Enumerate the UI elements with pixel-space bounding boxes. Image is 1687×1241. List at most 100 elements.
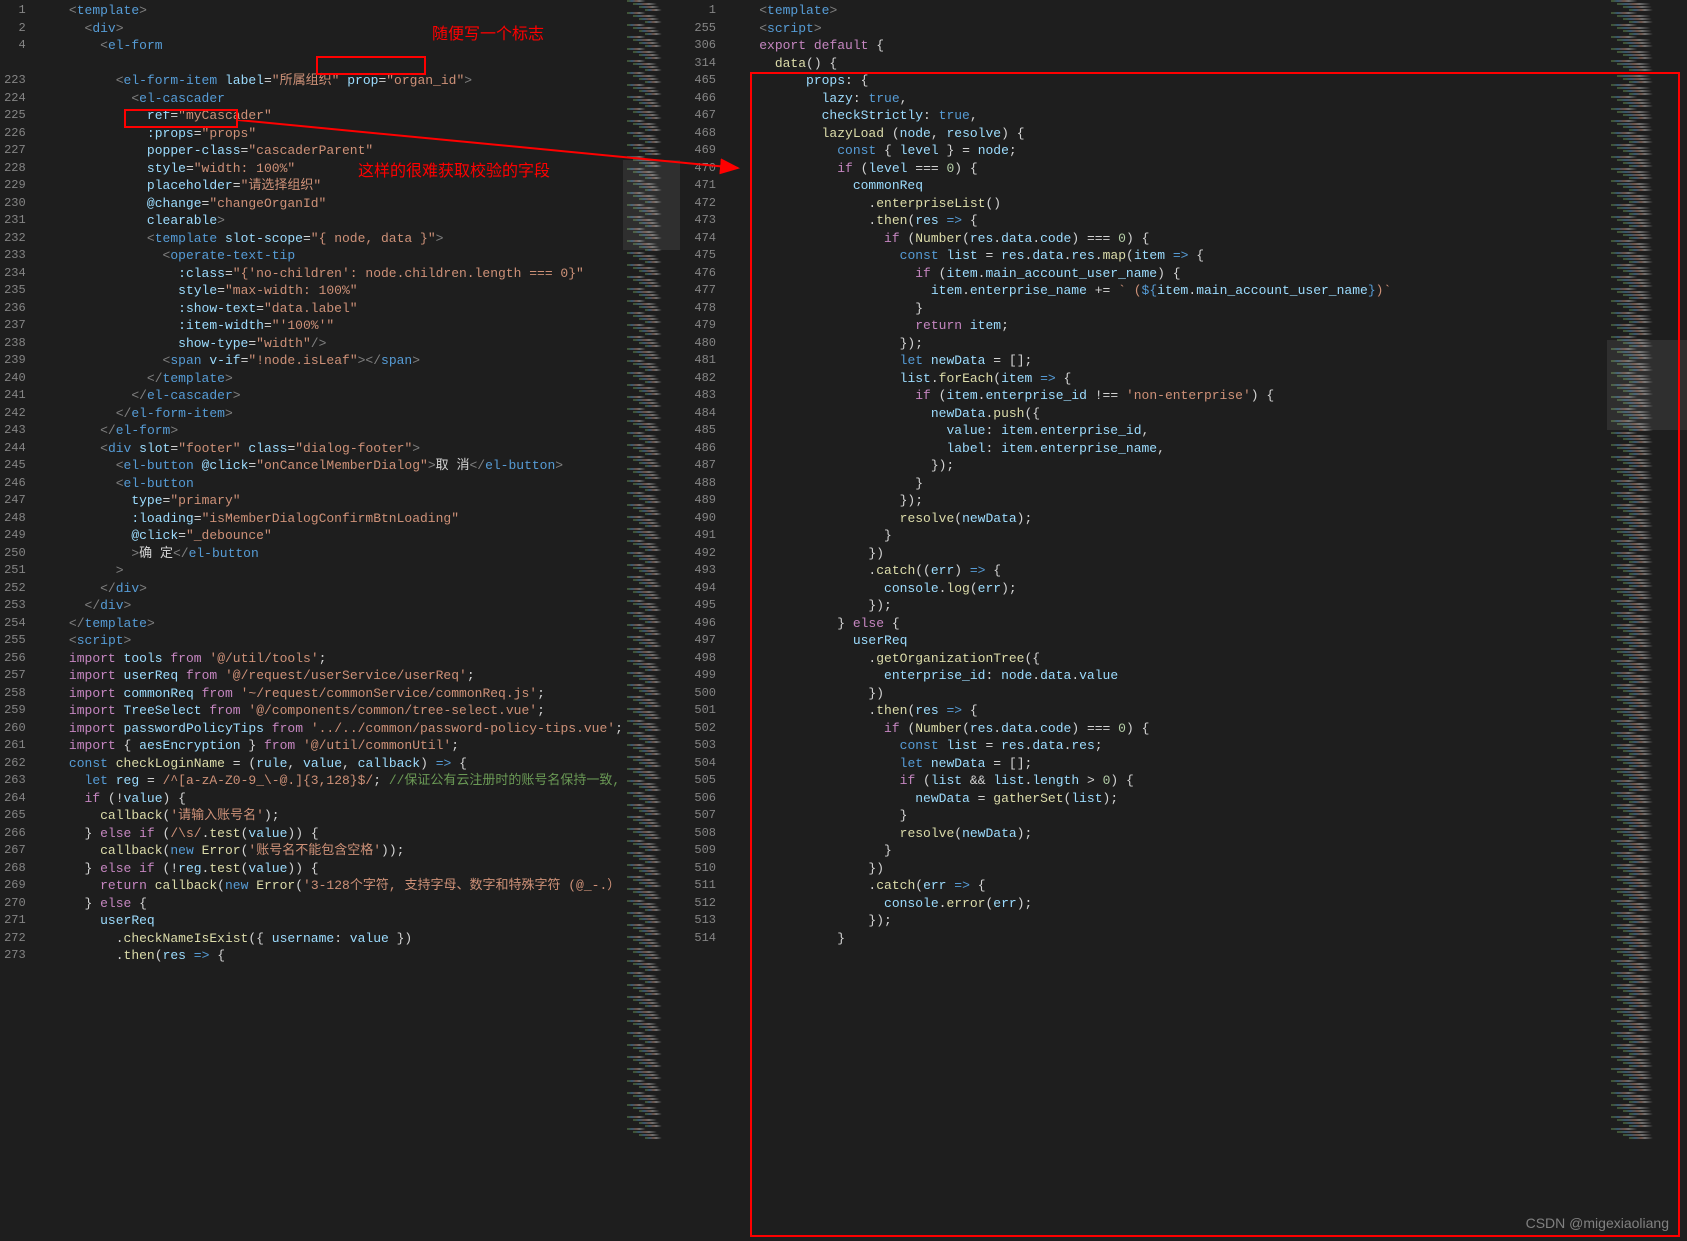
code-line[interactable]: </el-cascader> (38, 387, 623, 405)
code-line[interactable]: userReq (38, 912, 623, 930)
code-line[interactable]: :props="props" (38, 125, 623, 143)
code-line[interactable]: label: item.enterprise_name, (728, 440, 1607, 458)
code-line[interactable]: if (item.enterprise_id !== 'non-enterpri… (728, 387, 1607, 405)
code-line[interactable]: import userReq from '@/request/userServi… (38, 667, 623, 685)
code-line[interactable]: }) (728, 685, 1607, 703)
code-line[interactable]: <div> (38, 20, 623, 38)
code-line[interactable]: @change="changeOrganId" (38, 195, 623, 213)
code-line[interactable]: </el-form> (38, 422, 623, 440)
code-line[interactable]: props: { (728, 72, 1607, 90)
code-line[interactable]: <template> (728, 2, 1607, 20)
code-line[interactable]: show-type="width"/> (38, 335, 623, 353)
code-line[interactable]: }) (728, 860, 1607, 878)
code-line[interactable]: }) (728, 545, 1607, 563)
code-line[interactable]: const checkLoginName = (rule, value, cal… (38, 755, 623, 773)
code-line[interactable]: .catch((err) => { (728, 562, 1607, 580)
code-line[interactable]: <div slot="footer" class="dialog-footer"… (38, 440, 623, 458)
code-line[interactable]: } (728, 807, 1607, 825)
code-line[interactable]: if (list && list.length > 0) { (728, 772, 1607, 790)
code-line[interactable]: popper-class="cascaderParent" (38, 142, 623, 160)
code-line[interactable]: } (728, 930, 1607, 948)
code-line[interactable]: }); (728, 912, 1607, 930)
code-line[interactable]: console.error(err); (728, 895, 1607, 913)
code-line[interactable]: .then(res => { (38, 947, 623, 965)
code-line[interactable]: <el-button @click="onCancelMemberDialog"… (38, 457, 623, 475)
code-line[interactable]: clearable> (38, 212, 623, 230)
code-line[interactable]: :loading="isMemberDialogConfirmBtnLoadin… (38, 510, 623, 528)
code-line[interactable]: } else if (!reg.test(value)) { (38, 860, 623, 878)
code-line[interactable]: if (Number(res.data.code) === 0) { (728, 230, 1607, 248)
code-line[interactable]: import passwordPolicyTips from '../../co… (38, 720, 623, 738)
code-line[interactable]: @click="_debounce" (38, 527, 623, 545)
code-line[interactable]: import commonReq from '~/request/commonS… (38, 685, 623, 703)
code-line[interactable]: if (Number(res.data.code) === 0) { (728, 720, 1607, 738)
code-line[interactable]: let reg = /^[a-zA-Z0-9_\-@.]{3,128}$/; /… (38, 772, 623, 790)
code-line[interactable]: value: item.enterprise_id, (728, 422, 1607, 440)
code-line[interactable]: let newData = []; (728, 755, 1607, 773)
code-line[interactable]: style="max-width: 100%" (38, 282, 623, 300)
code-line[interactable]: ref="myCascader" (38, 107, 623, 125)
code-line[interactable]: } (728, 475, 1607, 493)
code-line[interactable]: enterprise_id: node.data.value (728, 667, 1607, 685)
code-line[interactable]: if (!value) { (38, 790, 623, 808)
code-line[interactable]: <operate-text-tip (38, 247, 623, 265)
code-line[interactable]: const { level } = node; (728, 142, 1607, 160)
code-line[interactable]: } (728, 527, 1607, 545)
code-line[interactable]: } (728, 842, 1607, 860)
code-line[interactable]: }); (728, 597, 1607, 615)
code-line[interactable]: .checkNameIsExist({ username: value }) (38, 930, 623, 948)
code-line[interactable]: <script> (728, 20, 1607, 38)
code-line[interactable]: return item; (728, 317, 1607, 335)
code-line[interactable]: }); (728, 457, 1607, 475)
code-line[interactable]: export default { (728, 37, 1607, 55)
code-line[interactable] (38, 55, 623, 73)
code-line[interactable]: :show-text="data.label" (38, 300, 623, 318)
code-line[interactable]: data() { (728, 55, 1607, 73)
code-line[interactable]: newData.push({ (728, 405, 1607, 423)
code-line[interactable]: .getOrganizationTree({ (728, 650, 1607, 668)
code-line[interactable]: newData = gatherSet(list); (728, 790, 1607, 808)
code-area-right[interactable]: <template> <script> export default { dat… (728, 0, 1607, 1241)
code-line[interactable]: </template> (38, 615, 623, 633)
code-line[interactable]: if (level === 0) { (728, 160, 1607, 178)
code-line[interactable]: </div> (38, 580, 623, 598)
minimap-right[interactable] (1607, 0, 1687, 1241)
code-line[interactable]: > (38, 562, 623, 580)
code-line[interactable]: .then(res => { (728, 212, 1607, 230)
code-line[interactable]: const list = res.data.res; (728, 737, 1607, 755)
code-line[interactable]: import TreeSelect from '@/components/com… (38, 702, 623, 720)
code-line[interactable]: callback(new Error('账号名不能包含空格')); (38, 842, 623, 860)
code-line[interactable]: list.forEach(item => { (728, 370, 1607, 388)
code-area-left[interactable]: <template> <div> <el-form <el-form-item … (38, 0, 623, 1241)
code-line[interactable]: checkStrictly: true, (728, 107, 1607, 125)
code-line[interactable]: } else { (38, 895, 623, 913)
code-line[interactable]: <el-cascader (38, 90, 623, 108)
code-line[interactable]: placeholder="请选择组织" (38, 177, 623, 195)
code-line[interactable]: callback('请输入账号名'); (38, 807, 623, 825)
code-line[interactable]: style="width: 100%" (38, 160, 623, 178)
code-line[interactable]: } else if (/\s/.test(value)) { (38, 825, 623, 843)
code-line[interactable]: </el-form-item> (38, 405, 623, 423)
code-line[interactable]: :class="{'no-children': node.children.le… (38, 265, 623, 283)
minimap-left[interactable] (623, 0, 680, 1241)
minimap-slider[interactable] (623, 160, 680, 250)
code-line[interactable]: let newData = []; (728, 352, 1607, 370)
code-line[interactable]: <template slot-scope="{ node, data }"> (38, 230, 623, 248)
code-line[interactable]: </div> (38, 597, 623, 615)
code-line[interactable]: :item-width="'100%'" (38, 317, 623, 335)
code-line[interactable]: return callback(new Error('3-128个字符, 支持字… (38, 877, 623, 895)
code-line[interactable]: lazyLoad (node, resolve) { (728, 125, 1607, 143)
code-line[interactable]: }); (728, 492, 1607, 510)
code-line[interactable]: >确 定</el-button (38, 545, 623, 563)
code-line[interactable]: <template> (38, 2, 623, 20)
code-line[interactable]: userReq (728, 632, 1607, 650)
code-line[interactable]: <el-form (38, 37, 623, 55)
code-line[interactable]: type="primary" (38, 492, 623, 510)
code-line[interactable]: resolve(newData); (728, 510, 1607, 528)
code-line[interactable]: } (728, 300, 1607, 318)
code-line[interactable]: <script> (38, 632, 623, 650)
code-line[interactable]: <span v-if="!node.isLeaf"></span> (38, 352, 623, 370)
code-line[interactable]: import tools from '@/util/tools'; (38, 650, 623, 668)
code-line[interactable]: </template> (38, 370, 623, 388)
code-line[interactable]: } else { (728, 615, 1607, 633)
